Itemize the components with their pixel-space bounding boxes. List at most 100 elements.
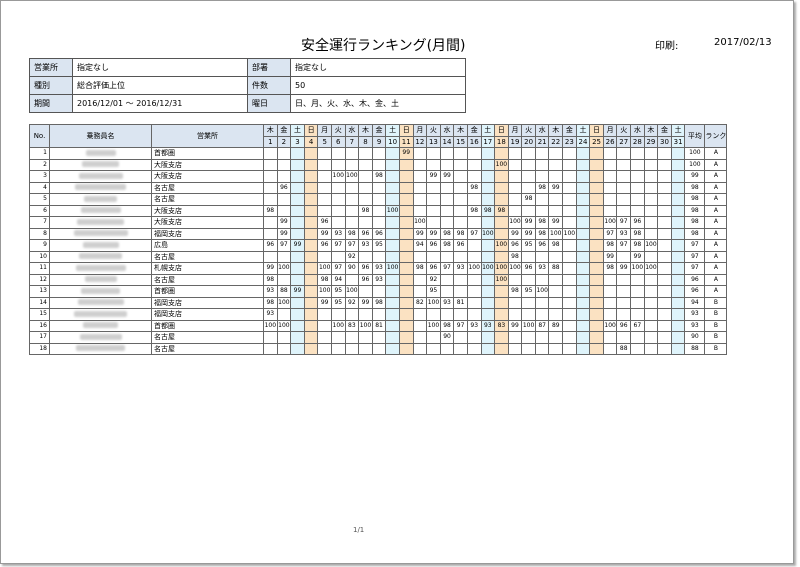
- row-average: 98: [684, 227, 706, 240]
- day-score-cell: [439, 285, 455, 298]
- day-score-cell: [670, 250, 686, 263]
- day-score-cell: [276, 308, 292, 321]
- day-score-cell: [670, 285, 686, 298]
- day-score-cell: [412, 204, 428, 217]
- day-score-cell: 100: [385, 262, 400, 275]
- day-score-cell: 100: [276, 262, 292, 275]
- day-header: 17: [480, 135, 496, 148]
- day-score-cell: [589, 331, 604, 344]
- day-score-cell: [630, 170, 645, 183]
- day-header: 2: [276, 135, 292, 148]
- row-average: 100: [684, 147, 706, 160]
- day-score-cell: [643, 158, 659, 171]
- driver-name-redacted: [49, 216, 152, 229]
- day-score-cell: [385, 158, 400, 171]
- day-score-cell: [385, 250, 400, 263]
- day-score-cell: 100: [494, 239, 509, 252]
- day-score-cell: [657, 319, 672, 332]
- day-score-cell: 100: [534, 285, 550, 298]
- col-name-header: 乗務員名: [49, 124, 152, 148]
- day-score-cell: [330, 158, 346, 171]
- day-score-cell: [562, 262, 577, 275]
- day-score-cell: [371, 331, 387, 344]
- day-header: 8: [358, 135, 373, 148]
- day-score-cell: 96: [534, 239, 550, 252]
- day-score-cell: 98: [371, 170, 387, 183]
- day-score-cell: 99: [412, 227, 428, 240]
- day-score-cell: [412, 308, 428, 321]
- row-number: 9: [29, 239, 50, 252]
- row-rank: A: [704, 239, 728, 252]
- day-score-cell: 100: [562, 227, 577, 240]
- day-score-cell: [398, 227, 414, 240]
- redacted-name-blur: [73, 230, 128, 237]
- day-score-cell: [562, 193, 577, 206]
- day-score-cell: [521, 250, 536, 263]
- weekday-header: 月: [317, 124, 332, 137]
- day-score-cell: [494, 181, 509, 194]
- day-score-cell: [602, 308, 618, 321]
- day-score-cell: [439, 216, 455, 229]
- day-score-cell: [575, 296, 591, 309]
- day-score-cell: 99: [276, 227, 292, 240]
- day-score-cell: [290, 250, 305, 263]
- day-score-cell: [263, 170, 278, 183]
- day-score-cell: [670, 262, 686, 275]
- day-score-cell: 96: [276, 181, 292, 194]
- driver-name-redacted: [49, 158, 152, 171]
- day-score-cell: [480, 342, 496, 355]
- day-score-cell: 98: [521, 193, 536, 206]
- day-score-cell: [385, 227, 400, 240]
- row-rank: A: [704, 227, 728, 240]
- day-header: 1: [263, 135, 278, 148]
- day-header: 31: [670, 135, 686, 148]
- day-header: 22: [548, 135, 564, 148]
- day-header: 5: [317, 135, 332, 148]
- day-score-cell: 96: [317, 239, 332, 252]
- weekday-header: 木: [453, 124, 468, 137]
- day-score-cell: 99: [317, 296, 332, 309]
- day-score-cell: 99: [263, 262, 278, 275]
- day-score-cell: [670, 204, 686, 217]
- day-score-cell: [303, 158, 319, 171]
- day-score-cell: [521, 273, 536, 286]
- day-score-cell: [494, 308, 509, 321]
- row-average: 98: [684, 193, 706, 206]
- day-score-cell: [480, 170, 496, 183]
- day-score-cell: [385, 181, 400, 194]
- day-score-cell: 94: [412, 239, 428, 252]
- day-score-cell: 99: [521, 216, 536, 229]
- day-score-cell: 98: [263, 273, 278, 286]
- day-score-cell: [317, 158, 332, 171]
- day-score-cell: 97: [453, 319, 468, 332]
- day-score-cell: [589, 273, 604, 286]
- day-score-cell: [562, 250, 577, 263]
- row-office: 福岡支店: [151, 227, 264, 240]
- weekday-header: 土: [385, 124, 400, 137]
- day-score-cell: 99: [507, 227, 523, 240]
- day-score-cell: [290, 170, 305, 183]
- day-score-cell: [521, 204, 536, 217]
- day-score-cell: 83: [344, 319, 360, 332]
- day-score-cell: [548, 342, 564, 355]
- day-score-cell: [276, 193, 292, 206]
- day-score-cell: [466, 147, 482, 160]
- weekday-header: 日: [589, 124, 604, 137]
- day-header: 14: [439, 135, 455, 148]
- day-score-cell: [548, 308, 564, 321]
- day-score-cell: [616, 250, 632, 263]
- row-office: 広島: [151, 239, 264, 252]
- redacted-name-blur: [82, 241, 119, 248]
- day-score-cell: [575, 239, 591, 252]
- day-score-cell: [630, 204, 645, 217]
- day-score-cell: 96: [616, 319, 632, 332]
- day-score-cell: 100: [330, 319, 346, 332]
- day-score-cell: [670, 216, 686, 229]
- day-score-cell: 98: [263, 204, 278, 217]
- day-score-cell: [548, 331, 564, 344]
- day-score-cell: 100: [317, 285, 332, 298]
- day-score-cell: [303, 181, 319, 194]
- day-score-cell: [643, 285, 659, 298]
- day-score-cell: 100: [263, 319, 278, 332]
- day-score-cell: [344, 308, 360, 321]
